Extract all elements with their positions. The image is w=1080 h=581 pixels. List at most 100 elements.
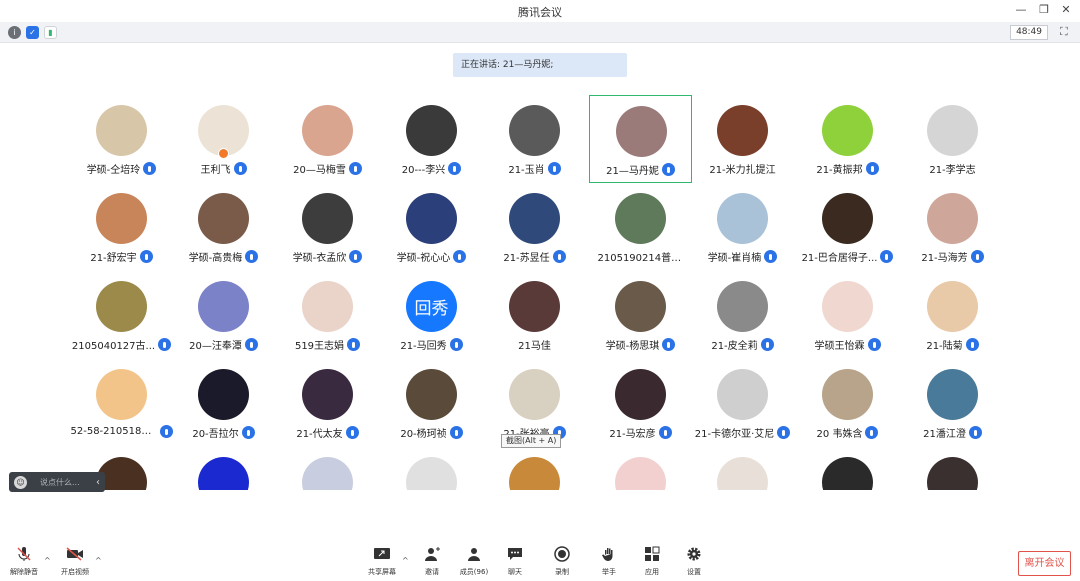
- participant-tile[interactable]: 20—汪奉潭: [172, 271, 275, 359]
- participant-tile[interactable]: 学硕-仝培玲: [70, 95, 173, 183]
- participant-tile[interactable]: 学硕-高贵梅: [172, 183, 275, 271]
- participant-tile[interactable]: 21-马宏彦: [589, 359, 692, 447]
- avatar[interactable]: [615, 193, 666, 244]
- avatar[interactable]: [615, 369, 666, 420]
- participant-tile[interactable]: [172, 447, 275, 490]
- leave-meeting-button[interactable]: 离开会议: [1018, 551, 1071, 576]
- info-icon[interactable]: i: [8, 26, 21, 39]
- settings-button[interactable]: 设置: [674, 546, 714, 578]
- participant-tile[interactable]: 回秀 21-马回秀: [380, 271, 483, 359]
- avatar[interactable]: [927, 369, 978, 420]
- participant-tile[interactable]: 519王志娟: [276, 271, 379, 359]
- avatar[interactable]: [509, 281, 560, 332]
- restore-icon[interactable]: ❐: [1035, 3, 1053, 16]
- avatar[interactable]: [615, 281, 666, 332]
- unmute-button[interactable]: 解除静音: [4, 546, 44, 578]
- avatar[interactable]: [822, 369, 873, 420]
- avatar[interactable]: [509, 457, 560, 490]
- smile-icon[interactable]: ☺: [14, 475, 27, 489]
- participant-tile[interactable]: [380, 447, 483, 490]
- apps-button[interactable]: 应用: [632, 546, 672, 578]
- participant-tile[interactable]: [901, 447, 1004, 490]
- avatar[interactable]: [302, 105, 353, 156]
- avatar[interactable]: [822, 193, 873, 244]
- collapse-icon[interactable]: ‹: [96, 477, 100, 488]
- avatar[interactable]: [302, 457, 353, 490]
- close-icon[interactable]: ✕: [1057, 3, 1075, 16]
- avatar[interactable]: [96, 281, 147, 332]
- avatar[interactable]: [509, 105, 560, 156]
- participant-tile[interactable]: 学硕-崔肖楠: [691, 183, 794, 271]
- avatar[interactable]: [406, 105, 457, 156]
- raise-hand-button[interactable]: 举手: [589, 546, 629, 578]
- fullscreen-icon[interactable]: ⛶: [1060, 26, 1072, 38]
- participant-tile[interactable]: 学硕-杨思琪: [589, 271, 692, 359]
- participant-tile[interactable]: 21-陆菊: [901, 271, 1004, 359]
- participant-tile[interactable]: 20-杨珂祯: [380, 359, 483, 447]
- avatar[interactable]: [927, 193, 978, 244]
- avatar[interactable]: [509, 369, 560, 420]
- audio-options-icon[interactable]: ^: [44, 556, 51, 565]
- participant-tile[interactable]: 21-玉肖: [483, 95, 586, 183]
- participant-tile[interactable]: 学硕-祝心心: [380, 183, 483, 271]
- avatar[interactable]: [302, 281, 353, 332]
- participant-tile[interactable]: 21—马丹妮: [589, 95, 692, 183]
- video-options-icon[interactable]: ^: [95, 556, 102, 565]
- start-video-button[interactable]: 开启视频: [55, 546, 95, 578]
- avatar[interactable]: [717, 193, 768, 244]
- avatar[interactable]: [96, 193, 147, 244]
- participant-tile[interactable]: 王利飞: [172, 95, 275, 183]
- avatar[interactable]: [616, 106, 667, 157]
- participant-tile[interactable]: 21-代太友: [276, 359, 379, 447]
- participant-tile[interactable]: 20-吾拉尔: [172, 359, 275, 447]
- avatar[interactable]: [822, 281, 873, 332]
- members-button[interactable]: 成员(96): [454, 546, 494, 578]
- avatar[interactable]: [717, 369, 768, 420]
- avatar[interactable]: [717, 105, 768, 156]
- participant-tile[interactable]: [589, 447, 692, 490]
- minimize-icon[interactable]: —: [1012, 3, 1030, 16]
- avatar[interactable]: [927, 281, 978, 332]
- participant-tile[interactable]: 21-李学志: [901, 95, 1004, 183]
- participant-tile[interactable]: 21-皮全莉: [691, 271, 794, 359]
- avatar[interactable]: [717, 281, 768, 332]
- chat-placeholder[interactable]: 说点什么...: [40, 477, 80, 488]
- participant-tile[interactable]: 20—马梅雪: [276, 95, 379, 183]
- participant-tile[interactable]: 21-苏昱任: [483, 183, 586, 271]
- avatar[interactable]: [198, 281, 249, 332]
- record-button[interactable]: 录制: [542, 546, 582, 578]
- participant-tile[interactable]: 21潘江澄: [901, 359, 1004, 447]
- participant-tile[interactable]: 2105190214普布次仁: [589, 183, 692, 271]
- avatar[interactable]: [406, 193, 457, 244]
- participant-tile[interactable]: [691, 447, 794, 490]
- participant-tile[interactable]: 20 韦姝含: [796, 359, 899, 447]
- share-options-icon[interactable]: ^: [402, 556, 409, 565]
- avatar[interactable]: [927, 457, 978, 490]
- participant-tile[interactable]: [483, 447, 586, 490]
- participant-tile[interactable]: 21-米力扎提江: [691, 95, 794, 183]
- participant-tile[interactable]: 21-巴合居得子...: [796, 183, 899, 271]
- invite-button[interactable]: 邀请: [412, 546, 452, 578]
- participant-tile[interactable]: 2105040127古...: [70, 271, 173, 359]
- avatar[interactable]: [198, 457, 249, 490]
- shield-icon[interactable]: ✓: [26, 26, 39, 39]
- participant-tile[interactable]: [276, 447, 379, 490]
- participant-tile[interactable]: 20---李兴: [380, 95, 483, 183]
- participant-tile[interactable]: 21马佳: [483, 271, 586, 359]
- participant-tile[interactable]: 学硕-衣孟欣: [276, 183, 379, 271]
- avatar[interactable]: [198, 193, 249, 244]
- avatar[interactable]: [717, 457, 768, 490]
- avatar[interactable]: [927, 105, 978, 156]
- signal-icon[interactable]: ▮: [44, 26, 57, 39]
- avatar[interactable]: [406, 457, 457, 490]
- avatar[interactable]: [509, 193, 560, 244]
- avatar[interactable]: [302, 369, 353, 420]
- chat-input-bar[interactable]: ☺ 说点什么... ‹: [9, 472, 105, 492]
- avatar[interactable]: [198, 369, 249, 420]
- avatar[interactable]: [615, 457, 666, 490]
- chat-button[interactable]: 聊天: [495, 546, 535, 578]
- participant-tile[interactable]: 21-黄振邦: [796, 95, 899, 183]
- participant-tile[interactable]: 21-卡德尔亚·艾尼: [691, 359, 794, 447]
- avatar[interactable]: [822, 105, 873, 156]
- participant-tile[interactable]: [796, 447, 899, 490]
